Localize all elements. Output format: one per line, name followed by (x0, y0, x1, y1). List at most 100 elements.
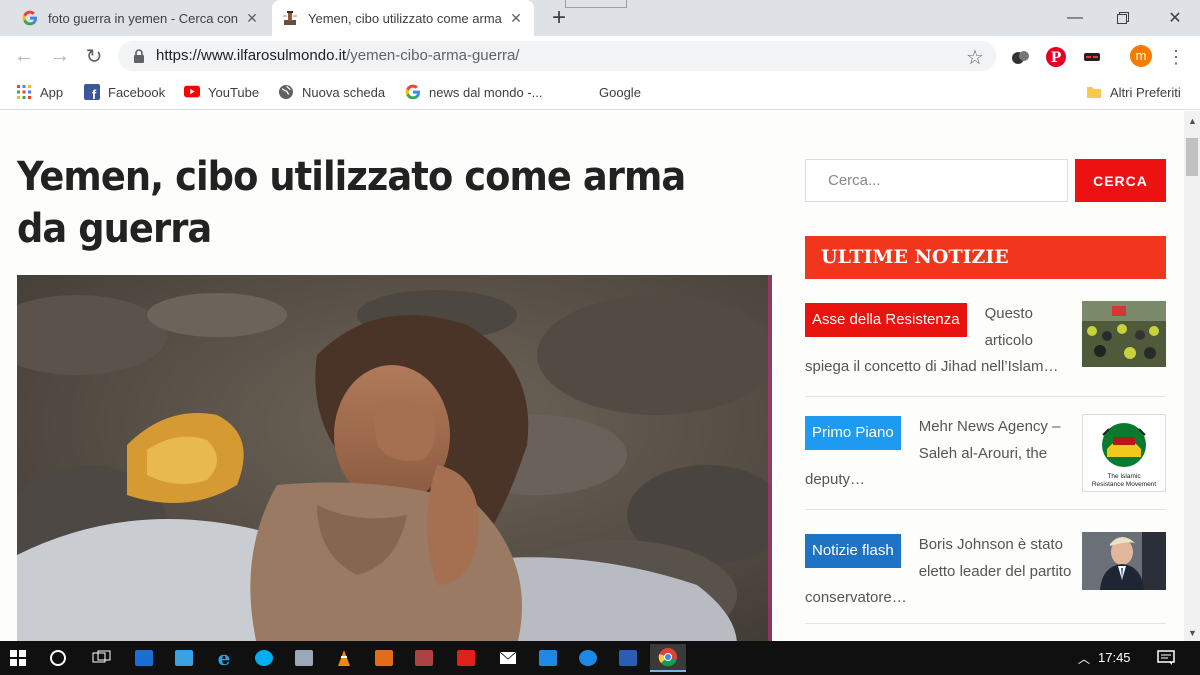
news-item[interactable]: Notizie flash Boris Johnson è stato elet… (805, 532, 1166, 622)
taskbar-app-skype[interactable] (250, 644, 278, 672)
taskbar-clock[interactable]: 17:45 (1098, 650, 1131, 665)
folder-icon (1086, 84, 1102, 100)
extension-icon[interactable] (1011, 47, 1031, 67)
bookmark-facebook[interactable]: f Facebook (84, 76, 165, 108)
restore-button[interactable] (1100, 0, 1146, 36)
taskbar-app-editor[interactable] (614, 644, 642, 672)
internet-explorer-icon: e (217, 646, 231, 670)
taskbar-app-vlc[interactable] (330, 644, 358, 672)
action-center-button[interactable] (1152, 644, 1180, 672)
new-tab-button[interactable]: + (546, 6, 572, 32)
scroll-up-icon[interactable]: ▲ (1188, 116, 1197, 126)
article-title: Yemen, cibo utilizzato come arma da guer… (17, 154, 686, 252)
back-button[interactable]: ← (12, 44, 36, 68)
taskbar-app-video[interactable] (410, 644, 438, 672)
profile-avatar[interactable]: m (1130, 45, 1152, 67)
google-g-icon (22, 10, 38, 26)
tab-search-handle (565, 0, 627, 8)
taskbar-app-ie[interactable]: e (210, 644, 238, 672)
site-lighthouse-icon (282, 10, 298, 26)
arrow-right-icon: → (50, 44, 70, 67)
article-hero-image[interactable] (17, 275, 772, 641)
thumb-caption-text: The Islamic Resistance Movement (1092, 473, 1156, 488)
scrollbar-thumb[interactable] (1186, 138, 1198, 176)
pdf-icon (457, 650, 475, 666)
taskbar-app-messages[interactable] (574, 644, 602, 672)
search-input[interactable]: Cerca... (805, 159, 1068, 202)
ad-blocker-icon[interactable] (1082, 47, 1102, 67)
taskbar-app-mail[interactable] (494, 644, 522, 672)
bookmark-label: Nuova scheda (302, 84, 386, 100)
minimize-icon: — (1067, 9, 1083, 26)
bookmark-label: Google (599, 84, 641, 100)
taskbar-app-network[interactable] (290, 644, 318, 672)
bookmark-new-tab[interactable]: Nuova scheda (278, 76, 385, 108)
taskbar-app-defender[interactable] (130, 644, 158, 672)
news-item[interactable]: Primo Piano Mehr News Agency – Saleh al-… (805, 414, 1166, 504)
restore-icon (1117, 12, 1129, 24)
taskbar-app-chrome[interactable] (650, 644, 686, 672)
category-badge[interactable]: Asse della Resistenza (805, 303, 967, 337)
bookmark-youtube[interactable]: YouTube (184, 76, 259, 108)
bookmark-other-favorites[interactable]: Altri Preferiti (1086, 76, 1181, 108)
tab-google-search[interactable]: foto guerra in yemen - Cerca con Google … (12, 0, 270, 36)
search-button-taskbar[interactable] (44, 644, 72, 672)
forward-button[interactable]: → (48, 44, 72, 68)
youtube-icon (184, 84, 200, 100)
svg-text:P: P (1051, 50, 1062, 66)
shield-icon (135, 650, 153, 666)
network-icon (295, 650, 313, 666)
news-item[interactable]: Asse della Resistenza Questo articolo sp… (805, 301, 1166, 391)
taskbar-app-media[interactable] (370, 644, 398, 672)
taskbar-app-keyboard[interactable] (170, 644, 198, 672)
bookmark-label: Altri Preferiti (1110, 84, 1181, 100)
tab-title: Yemen, cibo utilizzato come arma da guer… (308, 10, 502, 26)
apps-grid-icon (16, 84, 32, 100)
news-thumbnail[interactable]: The Islamic Resistance Movement (1082, 414, 1166, 492)
window-close-button[interactable]: ✕ (1152, 0, 1198, 36)
chat-icon (579, 650, 597, 666)
start-button[interactable] (4, 644, 32, 672)
reload-button[interactable]: ↻ (82, 44, 106, 68)
page-scrollbar[interactable] (1184, 111, 1200, 641)
pinterest-icon[interactable]: P (1046, 47, 1066, 67)
bookmark-label: news dal mondo -... (429, 84, 543, 100)
news-text: Asse della Resistenza Questo articolo sp… (805, 301, 1073, 381)
task-view-button[interactable] (88, 644, 116, 672)
close-icon[interactable]: ✕ (508, 10, 524, 26)
arrow-left-icon: ← (14, 44, 34, 67)
menu-button[interactable]: ⋮ (1164, 45, 1188, 69)
bookmark-google[interactable]: Google (599, 76, 641, 108)
divider (805, 509, 1166, 510)
taskbar-app-pdf[interactable] (452, 644, 480, 672)
scroll-down-icon[interactable]: ▼ (1188, 628, 1197, 638)
chrome-icon (658, 648, 677, 667)
close-icon[interactable]: ✕ (244, 10, 260, 26)
lock-icon (134, 49, 144, 63)
facebook-icon: f (84, 84, 100, 100)
category-badge[interactable]: Notizie flash (805, 534, 901, 568)
bookmark-apps[interactable]: App (16, 76, 63, 108)
news-thumbnail[interactable] (1082, 532, 1166, 590)
document-icon (619, 650, 637, 666)
bookmark-label: YouTube (208, 84, 260, 100)
media-player-icon (375, 650, 393, 666)
tab-article[interactable]: Yemen, cibo utilizzato come arma da guer… (272, 0, 534, 36)
bookmark-news[interactable]: news dal mondo -... (405, 76, 542, 108)
skype-icon (255, 650, 273, 666)
cortana-circle-icon (50, 650, 66, 666)
taskbar-app-store[interactable] (534, 644, 562, 672)
divider (805, 396, 1166, 397)
search-button[interactable]: CERCA (1075, 159, 1166, 202)
tray-overflow-button[interactable]: ︿ (1070, 644, 1098, 672)
svg-text:f: f (92, 87, 97, 100)
url-text[interactable]: https://www.ilfarosulmondo.it/yemen-cibo… (156, 47, 519, 64)
bookmark-star-icon[interactable]: ☆ (966, 45, 984, 70)
store-icon (539, 650, 557, 666)
minimize-button[interactable]: — (1052, 0, 1098, 36)
bookmark-label: App (40, 84, 64, 100)
url-host: https://www.ilfarosulmondo.it (156, 47, 347, 64)
news-thumbnail[interactable] (1082, 301, 1166, 367)
category-badge[interactable]: Primo Piano (805, 416, 901, 450)
reload-icon: ↻ (85, 45, 103, 68)
